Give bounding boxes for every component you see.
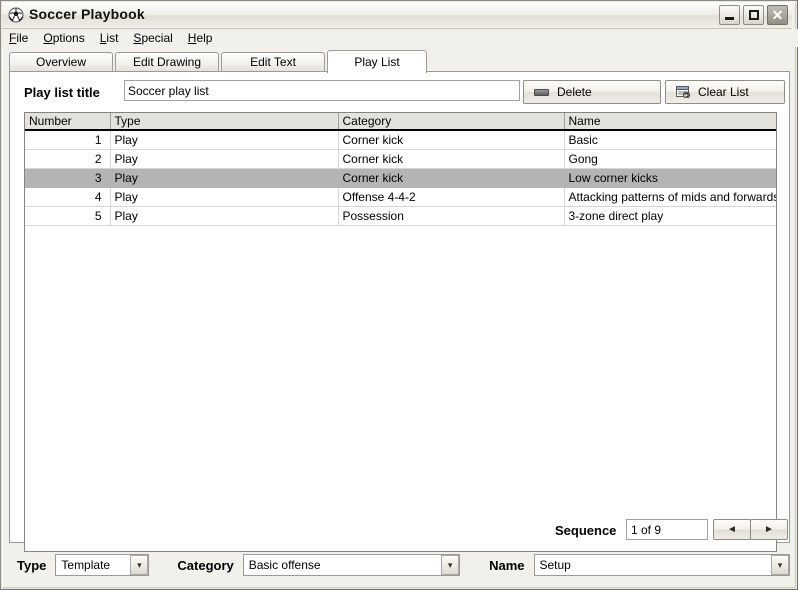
cell-type: Play bbox=[110, 206, 339, 226]
type-dropdown[interactable]: Template ▾ bbox=[55, 554, 150, 576]
title-bar[interactable]: Soccer Playbook ✕ bbox=[2, 2, 792, 29]
cell-type: Play bbox=[110, 168, 339, 188]
cell-name: Attacking patterns of mids and forwards bbox=[564, 187, 776, 207]
menu-bar: File Options List Special Help bbox=[2, 29, 798, 47]
window-controls: ✕ bbox=[719, 5, 788, 25]
menu-item-list-rest: ist bbox=[106, 31, 119, 45]
sequence-next-button[interactable]: ► bbox=[750, 519, 788, 540]
tab-play-list-label: Play List bbox=[354, 55, 400, 69]
cell-name: Low corner kicks bbox=[564, 168, 776, 188]
category-dropdown[interactable]: Basic offense ▾ bbox=[242, 554, 461, 576]
clear-list-button-label: Clear List bbox=[698, 85, 749, 99]
clear-list-icon bbox=[676, 86, 690, 99]
cell-category: Offense 4-4-2 bbox=[338, 187, 565, 207]
chevron-left-icon: ◄ bbox=[727, 524, 737, 535]
table-row[interactable]: 2 Play Corner kick Gong bbox=[25, 149, 776, 169]
close-icon: ✕ bbox=[771, 7, 784, 23]
cell-number: 3 bbox=[25, 168, 111, 188]
minus-bar-icon bbox=[534, 88, 549, 96]
cell-name: Basic bbox=[564, 130, 776, 150]
menu-item-options-rest: ptions bbox=[52, 31, 85, 45]
menu-item-options[interactable]: Options bbox=[43, 31, 84, 45]
table-row[interactable]: 5 Play Possession 3-zone direct play bbox=[25, 206, 776, 226]
menu-item-help[interactable]: Help bbox=[188, 31, 213, 45]
menu-item-help-rest: elp bbox=[196, 31, 213, 45]
column-header-number[interactable]: Number bbox=[25, 113, 111, 131]
column-header-name[interactable]: Name bbox=[564, 113, 776, 131]
table-header-row: Number Type Category Name bbox=[25, 113, 776, 131]
type-label: Type bbox=[17, 557, 47, 573]
delete-button[interactable]: Delete bbox=[523, 80, 661, 104]
menu-item-special-rest: pecial bbox=[141, 31, 173, 45]
maximize-icon bbox=[749, 10, 759, 20]
table-row[interactable]: 1 Play Corner kick Basic bbox=[25, 130, 776, 150]
type-dropdown-value: Template bbox=[61, 558, 111, 572]
play-list-table: Number Type Category Name 1 Play Corner … bbox=[25, 113, 776, 226]
column-header-type[interactable]: Type bbox=[110, 113, 339, 131]
chevron-down-icon[interactable]: ▾ bbox=[130, 555, 149, 575]
table-row-selected[interactable]: 3 Play Corner kick Low corner kicks bbox=[25, 168, 776, 188]
cell-number: 5 bbox=[25, 206, 111, 226]
play-list-panel: Play list title Delete Clear List bbox=[9, 71, 790, 552]
maximize-button[interactable] bbox=[743, 5, 764, 25]
clear-list-button[interactable]: Clear List bbox=[665, 80, 785, 104]
window-title: Soccer Playbook bbox=[29, 6, 145, 22]
tab-edit-text-label: Edit Text bbox=[250, 55, 296, 69]
tab-overview[interactable]: Overview bbox=[9, 52, 113, 71]
cell-category: Possession bbox=[338, 206, 565, 226]
tab-strip: Overview Edit Drawing Edit Text Play Lis… bbox=[9, 50, 789, 73]
column-header-category[interactable]: Category bbox=[338, 113, 565, 131]
menu-item-file[interactable]: File bbox=[9, 31, 28, 45]
cell-name: 3-zone direct play bbox=[564, 206, 776, 226]
sequence-input[interactable] bbox=[626, 519, 708, 540]
chevron-down-icon[interactable]: ▾ bbox=[441, 555, 460, 575]
category-label: Category bbox=[177, 557, 234, 573]
tab-edit-text[interactable]: Edit Text bbox=[221, 52, 325, 71]
cell-type: Play bbox=[110, 130, 339, 150]
close-button[interactable]: ✕ bbox=[767, 5, 788, 25]
cell-type: Play bbox=[110, 187, 339, 207]
play-list-title-label: Play list title bbox=[24, 85, 100, 100]
delete-button-label: Delete bbox=[557, 85, 592, 99]
tab-edit-drawing[interactable]: Edit Drawing bbox=[115, 52, 219, 71]
minimize-button[interactable] bbox=[719, 5, 740, 25]
cell-type: Play bbox=[110, 149, 339, 169]
cell-number: 1 bbox=[25, 130, 111, 150]
tab-play-list[interactable]: Play List bbox=[327, 50, 427, 73]
table-row[interactable]: 4 Play Offense 4-4-2 Attacking patterns … bbox=[25, 187, 776, 207]
soccer-ball-icon bbox=[8, 7, 24, 23]
tab-edit-drawing-label: Edit Drawing bbox=[132, 55, 202, 69]
name-label: Name bbox=[489, 557, 525, 573]
name-dropdown-value: Setup bbox=[539, 558, 571, 572]
play-list-listbox[interactable]: Number Type Category Name 1 Play Corner … bbox=[24, 112, 777, 552]
cell-number: 2 bbox=[25, 149, 111, 169]
menu-item-file-rest: ile bbox=[16, 31, 29, 45]
name-dropdown[interactable]: Setup ▾ bbox=[533, 554, 790, 576]
minimize-icon bbox=[725, 17, 734, 20]
bottom-selector-bar: Type Template ▾ Category Basic offense ▾… bbox=[9, 549, 790, 581]
sequence-label: Sequence bbox=[555, 523, 617, 538]
cell-category: Corner kick bbox=[338, 149, 565, 169]
chevron-right-icon: ► bbox=[764, 524, 774, 535]
tab-overview-label: Overview bbox=[35, 55, 86, 69]
cell-name: Gong bbox=[564, 149, 776, 169]
play-list-title-input[interactable] bbox=[124, 80, 520, 101]
application-window: Soccer Playbook ✕ File Options List Spec… bbox=[0, 0, 798, 590]
cell-category: Corner kick bbox=[338, 168, 565, 188]
sequence-prev-button[interactable]: ◄ bbox=[713, 519, 751, 540]
cell-category: Corner kick bbox=[338, 130, 565, 150]
cell-number: 4 bbox=[25, 187, 111, 207]
menu-item-list[interactable]: List bbox=[100, 31, 119, 45]
category-dropdown-value: Basic offense bbox=[248, 558, 321, 572]
menu-item-special[interactable]: Special bbox=[133, 31, 172, 45]
chevron-down-icon[interactable]: ▾ bbox=[770, 555, 789, 575]
